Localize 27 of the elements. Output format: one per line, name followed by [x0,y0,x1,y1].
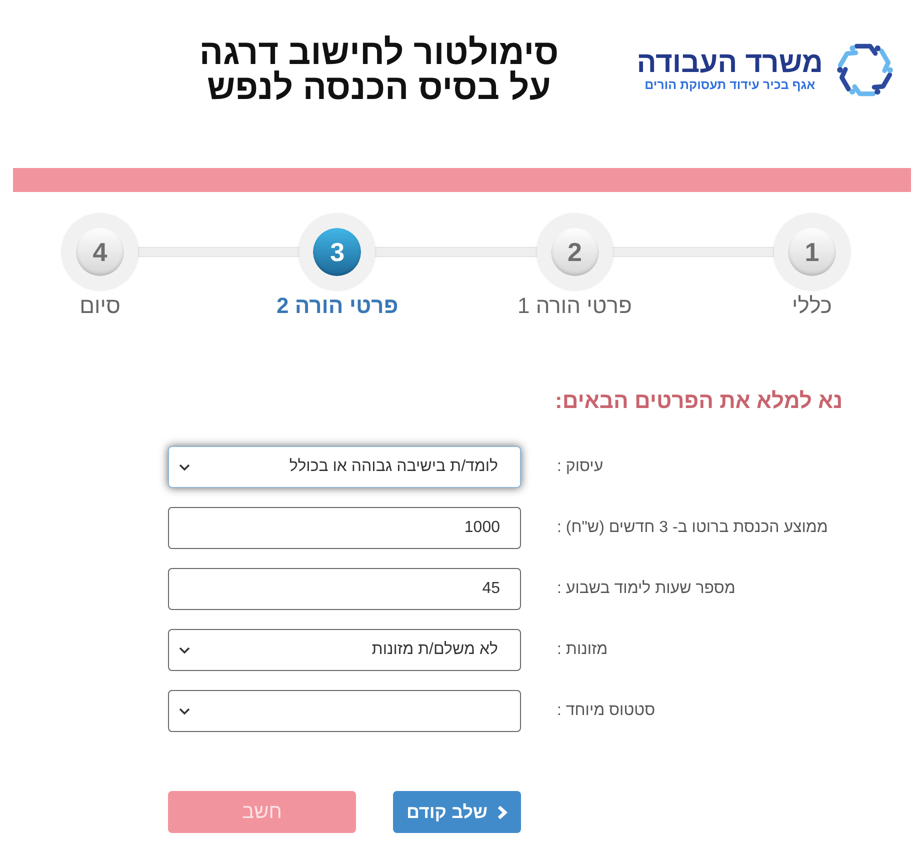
step-label: כללי [792,293,832,319]
chevron-down-icon [179,708,190,714]
form-heading: נא למלא את הפרטים הבאים: [555,387,843,415]
logo-title: משרד העבודה [636,48,823,78]
text-field[interactable]: 45 [168,568,521,610]
dropdown[interactable] [168,690,521,732]
step-circle: 3 [299,214,376,290]
step-circle: 1 [774,214,850,290]
field-label: מזונות : [557,641,608,659]
field-label: סטטוס מיוחד : [557,702,656,720]
step-label: פרטי הורה 1 [517,293,632,319]
text-field[interactable]: 1000 [168,507,521,549]
chevron-right-icon [496,804,508,820]
chevron-down-icon [179,464,190,470]
field-label: ממוצע הכנסת ברוטו ב- 3 חדשים (ש"ח) : [557,519,828,537]
step-label: פרטי הורה 2 [276,293,398,319]
step-label: סיום [80,293,120,319]
chevron-down-icon [179,646,190,654]
page-title: סימולטור לחישוב דרגה על בסיס הכנסה לנפש [198,35,560,105]
previous-step-button[interactable]: שלב קודם [393,791,521,833]
step-circle: 4 [62,214,138,290]
dropdown[interactable]: לא משלם/ת מזונות [168,629,521,671]
dropdown[interactable]: לומד/ת בישיבה גבוהה או בכולל [168,446,521,488]
field-label: מספר שעות לימוד בשבוע : [557,580,736,598]
field-label: עיסוק : [557,458,604,476]
step-circle: 2 [536,214,613,290]
logo-subtitle: אגף בכיר עידוד תעסוקת הורים [644,78,816,92]
